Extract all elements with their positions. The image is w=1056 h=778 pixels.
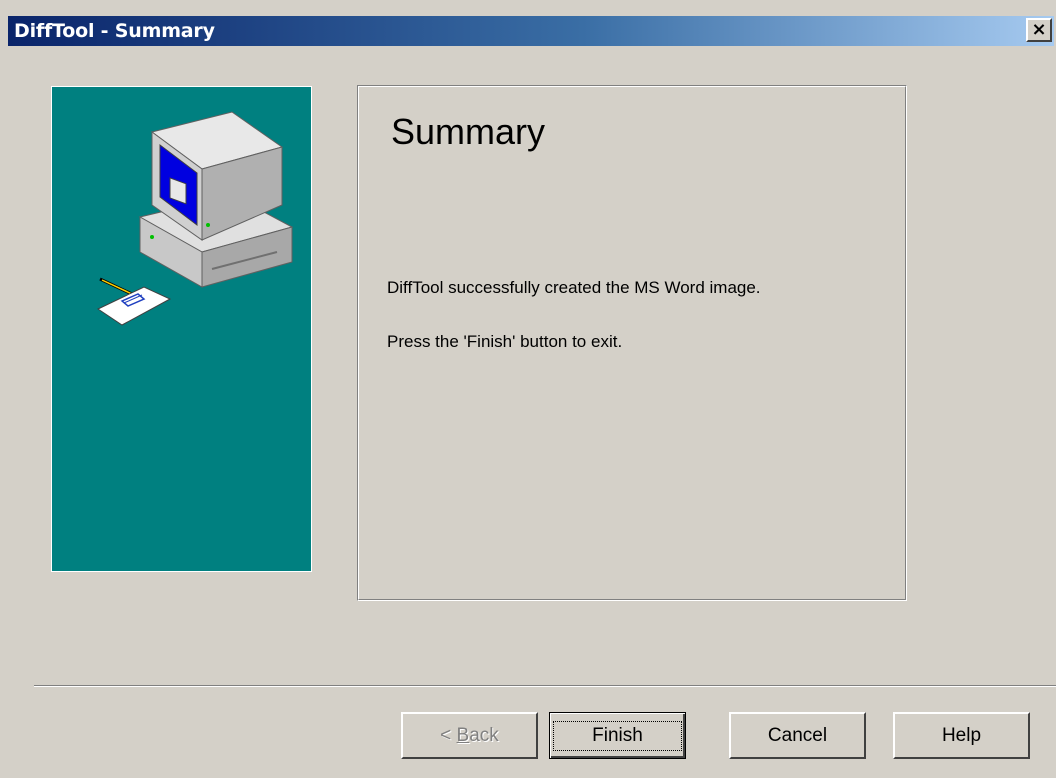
back-button-label: ack [469,724,499,746]
finish-button-label: Finish [553,720,682,751]
close-icon: × [1031,19,1047,40]
dialog-window: DiffTool - Summary × Summary DiffTool su… [0,0,1056,778]
help-button[interactable]: Help [893,712,1030,759]
window-title: DiffTool - Summary [14,20,215,42]
page-title: Summary [391,111,546,152]
close-button[interactable]: × [1026,18,1052,42]
cancel-button[interactable]: Cancel [729,712,866,759]
cancel-button-label: Cancel [767,724,828,746]
back-button-prefix: < [440,724,457,746]
back-button-accelerator: B [456,724,470,746]
success-message: DiffTool successfully created the MS Wor… [387,278,761,297]
summary-panel: Summary DiffTool successfully created th… [357,85,907,601]
computer-illustration-icon [96,111,294,326]
help-button-label: Help [941,724,982,746]
wizard-side-image [51,86,312,572]
exit-instruction: Press the 'Finish' button to exit. [387,332,623,351]
title-bar[interactable]: DiffTool - Summary × [8,16,1054,46]
back-button[interactable]: < Back [401,712,538,759]
finish-button[interactable]: Finish [549,712,686,759]
button-separator [34,685,1056,687]
